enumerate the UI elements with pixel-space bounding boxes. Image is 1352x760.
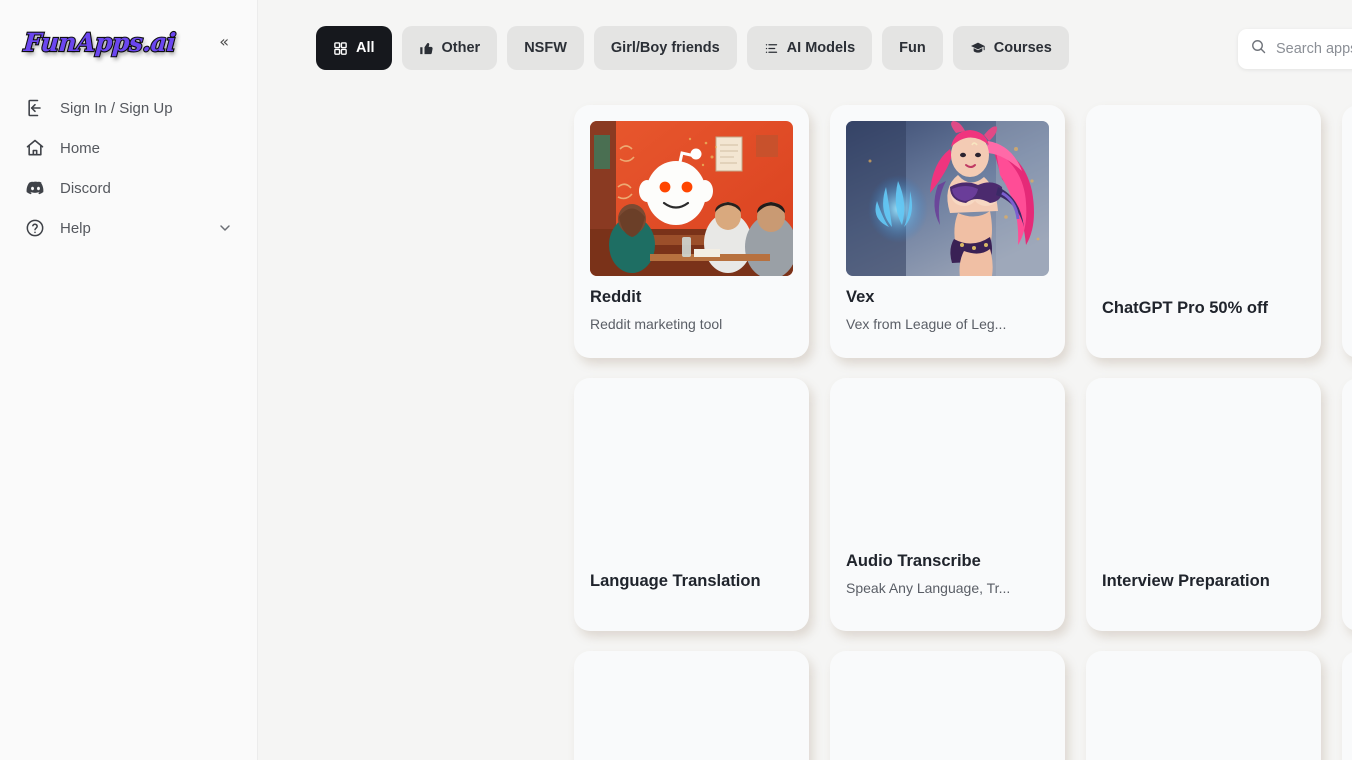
sidebar-item-discord[interactable]: Discord <box>16 168 241 208</box>
chevron-double-left-icon[interactable]: « <box>213 30 235 54</box>
tab-ai-models[interactable]: AI Models <box>746 26 873 70</box>
tab-nsfw[interactable]: NSFW <box>507 26 584 70</box>
category-tabs: All Other NSFW Girl/Boy friends AI Model… <box>316 26 1330 70</box>
pink-haired-fantasy-character-image <box>846 121 1049 276</box>
login-icon <box>24 97 46 119</box>
list-icon <box>764 41 779 56</box>
reddit-mascot-cafe-image <box>590 121 793 276</box>
app-card-row3-3[interactable] <box>1086 651 1321 760</box>
sidebar-item-sign-in-sign-up[interactable]: Sign In / Sign Up <box>16 88 241 128</box>
search-box[interactable] <box>1238 29 1352 69</box>
card-title: Reddit <box>590 288 642 306</box>
thumbs-up-icon <box>419 41 434 56</box>
card-text: Interview Preparation <box>1102 560 1305 631</box>
tab-label: Fun <box>899 40 926 56</box>
home-icon <box>24 137 46 159</box>
sidebar-item-label: Home <box>60 139 101 157</box>
app-card-images[interactable]: Images Generate Images with ... <box>1342 378 1352 631</box>
tab-label: Girl/Boy friends <box>610 40 720 56</box>
app-card-reddit[interactable]: Reddit Reddit marketing tool <box>574 105 809 358</box>
app-card-audio-transcribe[interactable]: Audio Transcribe Speak Any Language, Tr.… <box>830 378 1065 631</box>
card-title: Audio Transcribe <box>846 552 981 571</box>
card-text: Vex Vex from League of Leg... <box>846 276 1049 335</box>
card-title: Interview Preparation <box>1102 572 1270 591</box>
tab-label: NSFW <box>524 40 567 56</box>
card-description: Speak Any Language, Tr... <box>846 580 1011 597</box>
card-description: Reddit marketing tool <box>590 315 723 332</box>
sidebar-item-home[interactable]: Home <box>16 128 241 168</box>
app-card-row3-1[interactable] <box>574 651 809 760</box>
tab-label: Courses <box>993 40 1052 56</box>
grid-icon <box>333 41 348 56</box>
app-card-row3-4[interactable] <box>1342 651 1352 760</box>
discord-icon <box>24 177 46 199</box>
main-content: All Other NSFW Girl/Boy friends AI Model… <box>258 0 1352 760</box>
card-text: ChatGPT Pro 50% off <box>1102 287 1305 358</box>
tab-label: Other <box>441 40 481 56</box>
card-text: Audio Transcribe Speak Any Language, Tr.… <box>846 540 1049 631</box>
app-card-language-translation[interactable]: Language Translation <box>574 378 809 631</box>
app-card-book-reader[interactable]: Book Reader Upload a book and AI wi... <box>1342 105 1352 358</box>
app-grid: Reddit Reddit marketing tool Vex Vex fro… <box>574 105 1352 760</box>
tab-other[interactable]: Other <box>401 26 498 70</box>
app-root: FunApps.ai « Sign In / Sign Up Home Disc… <box>0 0 1352 760</box>
app-logo[interactable]: FunApps.ai <box>22 26 178 57</box>
app-grid-scroll[interactable]: Reddit Reddit marketing tool Vex Vex fro… <box>258 96 1352 760</box>
app-card-interview-preparation[interactable]: Interview Preparation <box>1086 378 1321 631</box>
card-thumbnail <box>590 121 793 276</box>
card-text: Reddit Reddit marketing tool <box>590 276 793 335</box>
tab-label: AI Models <box>786 40 856 56</box>
sidebar-item-label: Discord <box>60 179 111 197</box>
tab-courses[interactable]: Courses <box>952 26 1069 70</box>
sidebar-item-label: Help <box>60 219 91 237</box>
tab-label: All <box>356 40 375 56</box>
help-circle-icon <box>24 217 46 239</box>
sidebar-header: FunApps.ai « <box>0 0 257 62</box>
tab-fun[interactable]: Fun <box>882 26 943 70</box>
card-description: Vex from League of Leg... <box>846 315 1007 332</box>
tab-all[interactable]: All <box>316 26 392 70</box>
app-card-chatgpt-pro-50-off[interactable]: ChatGPT Pro 50% off <box>1086 105 1321 358</box>
card-text: Language Translation <box>590 560 793 631</box>
search-icon <box>1250 38 1267 60</box>
tab-girl-boy-friends[interactable]: Girl/Boy friends <box>593 26 737 70</box>
card-thumbnail <box>846 121 1049 276</box>
search-input[interactable] <box>1276 41 1352 57</box>
top-toolbar: All Other NSFW Girl/Boy friends AI Model… <box>258 0 1352 96</box>
chevron-down-icon[interactable] <box>217 220 233 236</box>
card-title: Vex <box>846 288 875 306</box>
sidebar: FunApps.ai « Sign In / Sign Up Home Disc… <box>0 0 258 760</box>
card-title: Language Translation <box>590 572 761 591</box>
sidebar-nav: Sign In / Sign Up Home Discord Help <box>0 88 257 248</box>
app-card-row3-2[interactable] <box>830 651 1065 760</box>
sidebar-item-help[interactable]: Help <box>16 208 241 248</box>
card-title: ChatGPT Pro 50% off <box>1102 299 1268 318</box>
sidebar-item-label: Sign In / Sign Up <box>60 99 173 117</box>
graduation-cap-icon <box>970 40 986 56</box>
app-card-vex[interactable]: Vex Vex from League of Leg... <box>830 105 1065 358</box>
